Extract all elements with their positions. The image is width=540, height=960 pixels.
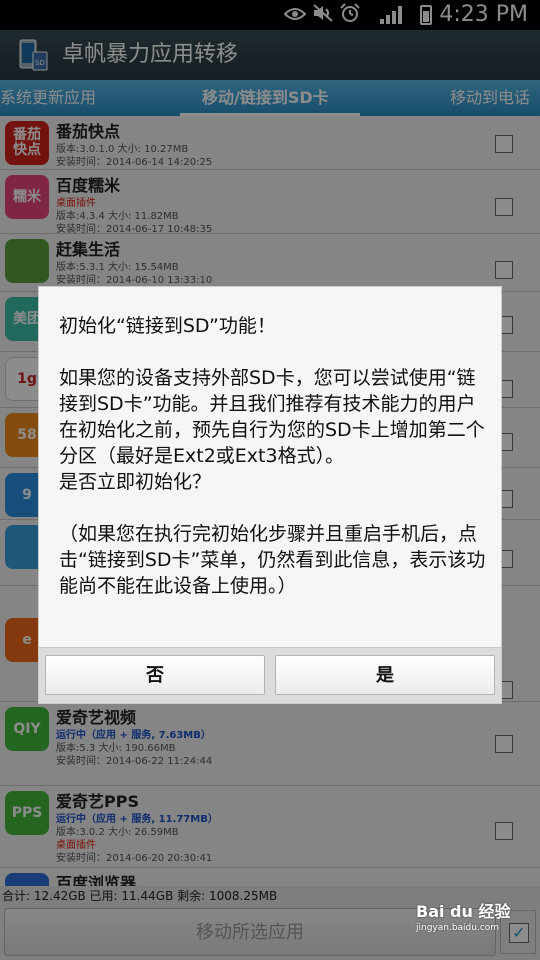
dialog-body: 如果您的设备支持外部SD卡，您可以尝试使用“链接到SD卡”功能。并且我们推荐有技… <box>59 367 485 467</box>
dialog-button-bar: 否 是 <box>39 647 501 703</box>
dialog-message: 初始化“链接到SD”功能！ 如果您的设备支持外部SD卡，您可以尝试使用“链接到S… <box>59 313 489 599</box>
dialog-question: 是否立即初始化？ <box>59 471 212 493</box>
dialog-note: （如果您在执行完初始化步骤并且重启手机后，点击“链接到SD卡”菜单，仍然看到此信… <box>59 523 486 597</box>
init-link-sd-dialog: 初始化“链接到SD”功能！ 如果您的设备支持外部SD卡，您可以尝试使用“链接到S… <box>38 286 502 704</box>
yes-button[interactable]: 是 <box>275 655 495 695</box>
no-button[interactable]: 否 <box>45 655 265 695</box>
watermark-brand: Bai du 经验 <box>416 902 511 921</box>
watermark-url: jingyan.baidu.com <box>416 923 500 933</box>
dialog-title: 初始化“链接到SD”功能！ <box>59 315 276 337</box>
baidu-jingyan-watermark: Bai du 经验 jingyan.baidu.com <box>416 902 512 952</box>
